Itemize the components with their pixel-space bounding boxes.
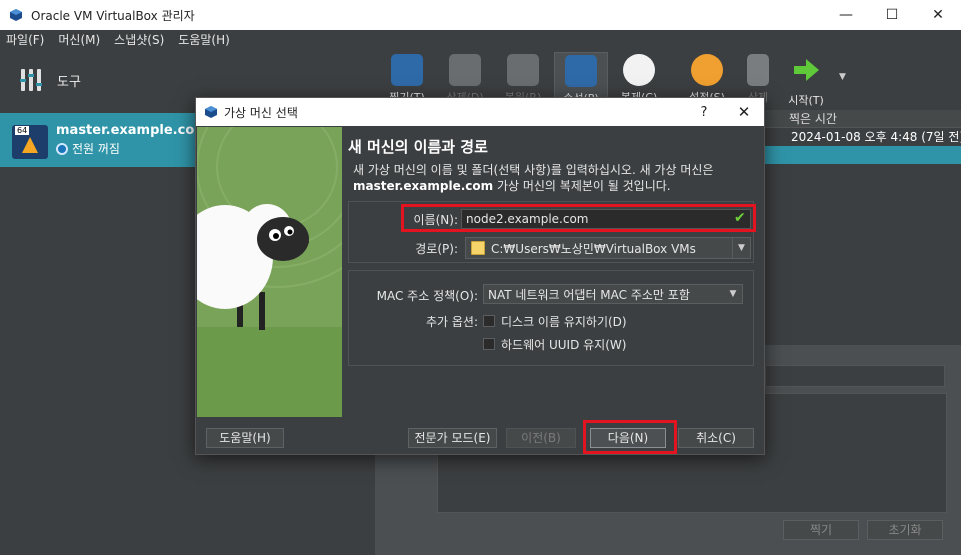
menu-machine[interactable]: 머신(M) — [58, 31, 100, 48]
tools-item[interactable]: 도구 — [0, 60, 81, 100]
clone-icon — [623, 54, 655, 86]
vm-arch-badge: 64 — [15, 126, 30, 135]
snapshot-current-state-row[interactable] — [765, 146, 961, 164]
chevron-down-icon[interactable]: ▼ — [732, 238, 750, 258]
start-button[interactable]: 시작(T) — [779, 52, 833, 107]
details-reset-button[interactable]: 초기화 — [867, 520, 943, 540]
delete-snapshot-icon — [449, 54, 481, 86]
settings-gear-icon — [691, 54, 723, 86]
path-label: 경로(P): — [415, 242, 458, 256]
dialog-close-button[interactable]: ✕ — [724, 103, 764, 121]
snapshot-column-header[interactable]: 찍은 시간 — [765, 110, 961, 128]
keep-disk-names-label[interactable]: 디스크 이름 유지하기(D) — [501, 313, 627, 330]
wizard-sheep-illustration — [197, 127, 342, 417]
clone-vm-dialog: 가상 머신 선택 ? ✕ 새 머신의 이름과 경로 새 가상 머신의 이름 및 … — [195, 97, 765, 455]
menu-file[interactable]: 파일(F) — [6, 31, 44, 48]
keep-disk-names-checkbox[interactable] — [483, 315, 495, 327]
vm-os-icon: 64 — [12, 125, 48, 159]
menu-help[interactable]: 도움말(H) — [178, 31, 230, 48]
extra-options-label: 추가 옵션: — [425, 315, 478, 329]
dialog-titlebar: 가상 머신 선택 ? ✕ — [196, 98, 764, 126]
dialog-description: 새 가상 머신의 이름 및 폴더(선택 사항)를 입력하십시오. 새 가상 머신… — [353, 162, 753, 194]
take-snapshot-icon — [391, 54, 423, 86]
window-title: Oracle VM VirtualBox 관리자 — [31, 8, 195, 23]
tools-label: 도구 — [57, 74, 81, 90]
dialog-heading: 새 머신의 이름과 경로 — [348, 138, 488, 156]
keep-hw-uuid-label[interactable]: 하드웨어 UUID 유지(W) — [501, 336, 626, 353]
menu-bar: 파일(F) 머신(M) 스냅샷(S) 도움말(H) — [0, 30, 961, 48]
minimize-button[interactable]: — — [823, 0, 869, 30]
window-titlebar: Oracle VM VirtualBox 관리자 — ☐ ✕ — [0, 0, 961, 30]
vm-state-label: 전원 꺼짐 — [72, 142, 120, 156]
mac-policy-select[interactable]: NAT 네트워크 어댑터 MAC 주소만 포함 ▼ — [483, 284, 743, 304]
menu-snapshot[interactable]: 스냅샷(S) — [114, 31, 164, 48]
dialog-help-button[interactable]: ? — [684, 105, 724, 120]
name-highlight-box — [401, 204, 756, 232]
vm-name: master.example.com — [56, 123, 208, 138]
description-vm-name: master.example.com — [353, 179, 494, 193]
mac-policy-label: MAC 주소 정책(O): — [376, 289, 478, 303]
details-take-button[interactable]: 찍기 — [783, 520, 859, 540]
snapshot-name-field[interactable] — [765, 365, 945, 387]
tools-icon — [20, 69, 42, 91]
maximize-button[interactable]: ☐ — [869, 0, 915, 30]
help-button[interactable]: 도움말(H) — [206, 428, 284, 448]
chevron-down-icon[interactable]: ▼ — [724, 284, 742, 304]
next-highlight-box — [583, 420, 677, 454]
snapshot-time: 2024-01-08 오후 4:48 (7일 전) — [791, 130, 961, 144]
restore-snapshot-icon — [507, 54, 539, 86]
window-close-button[interactable]: ✕ — [915, 0, 961, 30]
back-button[interactable]: 이전(B) — [506, 428, 576, 448]
snapshot-properties-icon — [565, 55, 597, 87]
description-line1: 새 가상 머신의 이름 및 폴더(선택 사항)를 입력하십시오. 새 가상 머신… — [353, 163, 714, 177]
mac-policy-value: NAT 네트워크 어댑터 MAC 주소만 포함 — [488, 287, 690, 302]
expert-mode-button[interactable]: 전문가 모드(E) — [408, 428, 497, 448]
discard-arrow-icon — [747, 54, 769, 86]
keep-hw-uuid-checkbox[interactable] — [483, 338, 495, 350]
power-off-icon — [56, 142, 68, 155]
cancel-button[interactable]: 취소(C) — [678, 428, 754, 448]
dialog-title: 가상 머신 선택 — [224, 105, 298, 120]
vm-state: 전원 꺼짐 — [56, 140, 120, 157]
folder-icon — [471, 241, 485, 255]
start-arrow-icon — [794, 59, 819, 81]
description-line2: 가상 머신의 복제본이 될 것입니다. — [493, 179, 671, 193]
path-combobox[interactable]: C:₩Users₩노상민₩VirtualBox VMs ▼ — [465, 237, 751, 259]
virtualbox-logo-icon — [205, 106, 217, 118]
snapshot-toolbar: 찍기(T) 삭제(D) 복원(R) 속성(P) 복제(C) 설정(S) 삭제 시… — [375, 48, 961, 107]
path-value: C:₩Users₩노상민₩VirtualBox VMs — [491, 241, 696, 256]
sheep-icon — [197, 127, 342, 417]
virtualbox-logo-icon — [10, 9, 22, 21]
start-dropdown-icon[interactable]: ▼ — [839, 72, 846, 82]
start-label: 시작(T) — [788, 94, 824, 107]
